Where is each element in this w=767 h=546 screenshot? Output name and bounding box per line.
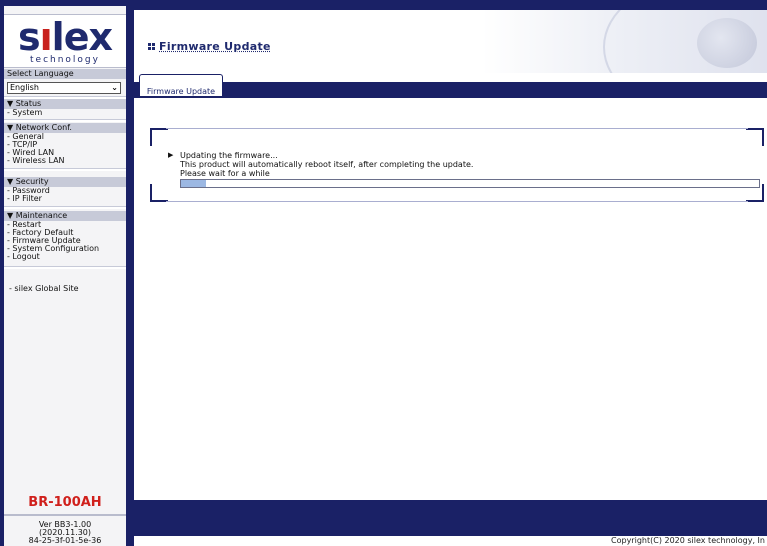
divider — [4, 119, 126, 122]
select-language-heading: Select Language — [4, 69, 126, 79]
model-name: BR-100AH — [28, 495, 102, 510]
reboot-notice: This product will automatically reboot i… — [180, 160, 474, 169]
update-progress-bar — [180, 179, 760, 188]
divider — [4, 168, 126, 171]
silex-logo: sılex technology — [4, 14, 126, 68]
page-header: Firmware Update — [134, 10, 767, 73]
sidebar-item-logout[interactable]: - Logout — [7, 253, 40, 261]
sidebar: sılex technology Select Language English… — [4, 6, 126, 546]
mac-address: 84-25-3f-01-5e-36 — [28, 536, 102, 545]
sidebar-item-wireless-lan[interactable]: - Wireless LAN — [7, 157, 65, 165]
divider — [4, 514, 126, 516]
main-content: Firmware Update Firmware Update ▶ Updati… — [134, 10, 767, 546]
tab-firmware-update[interactable]: Firmware Update — [139, 74, 223, 96]
header-decoration — [697, 18, 757, 68]
footer: Copyright(C) 2020 silex technology, In — [134, 500, 767, 546]
wait-message: Please wait for a while — [180, 169, 270, 178]
sidebar-item-system[interactable]: - System — [7, 109, 42, 117]
language-select[interactable]: English ⌄ — [7, 82, 121, 94]
tab-bar — [134, 82, 767, 98]
play-arrow-icon: ▶ — [168, 151, 174, 159]
divider — [4, 206, 126, 209]
divider — [4, 266, 126, 269]
status-message: Updating the firmware... — [180, 151, 278, 160]
page-title: Firmware Update — [159, 40, 271, 53]
chevron-down-icon: ⌄ — [111, 83, 118, 92]
progress-fill — [181, 180, 206, 187]
title-bullet-icon — [148, 43, 157, 51]
sidebar-item-ip-filter[interactable]: - IP Filter — [7, 195, 42, 203]
status-panel: ▶ Updating the firmware... This product … — [150, 128, 764, 202]
copyright: Copyright(C) 2020 silex technology, In — [609, 536, 767, 546]
silex-global-site-link[interactable]: - silex Global Site — [9, 285, 79, 293]
